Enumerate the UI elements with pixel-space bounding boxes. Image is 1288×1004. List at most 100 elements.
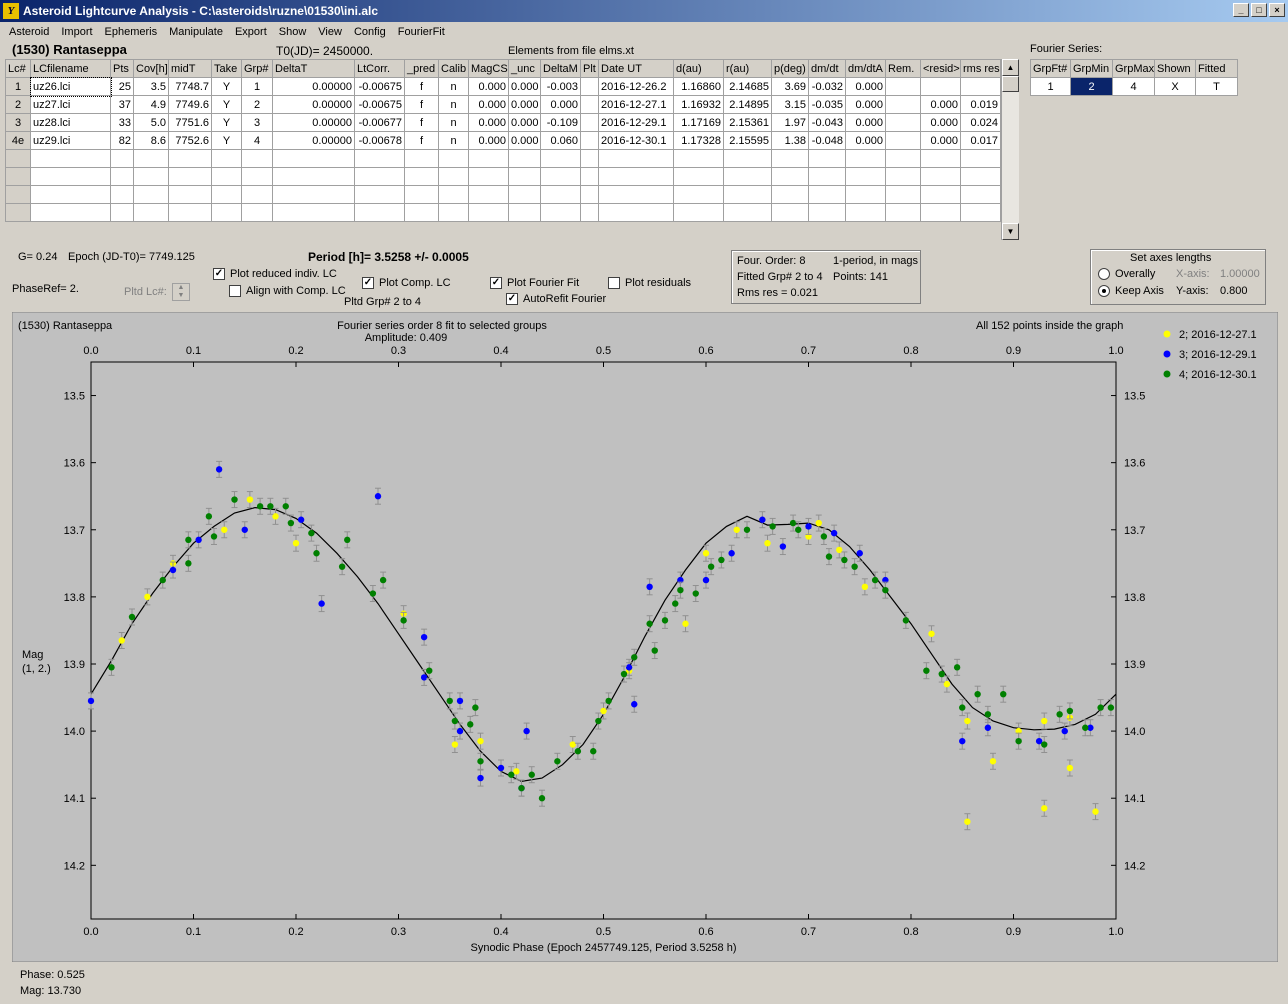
- table-cell[interactable]: 25: [110, 77, 134, 96]
- table-cell[interactable]: -0.035: [808, 95, 846, 114]
- data-point[interactable]: [620, 670, 628, 678]
- checkbox-icon[interactable]: [229, 285, 241, 298]
- table-cell[interactable]: [438, 167, 469, 186]
- table-cell[interactable]: [241, 185, 273, 204]
- table-cell[interactable]: 7749.6: [168, 95, 212, 114]
- table-cell[interactable]: 0.00000: [272, 131, 355, 150]
- table-cell[interactable]: f: [404, 113, 439, 132]
- data-point[interactable]: [815, 519, 822, 527]
- table-cell[interactable]: [241, 203, 273, 222]
- data-point[interactable]: [1061, 727, 1068, 735]
- table-row[interactable]: 2 uz27.lci 37 4.9 7749.6 Y 2 0.00000 -0.00675 f n 0…: [5, 95, 1001, 114]
- table-row[interactable]: 4e uz29.lci 82 8.6 7752.6 Y 4 0.00000 -0.00678 f n…: [5, 131, 1001, 150]
- table-cell[interactable]: 1.16932: [673, 95, 724, 114]
- data-point[interactable]: [1082, 724, 1089, 731]
- table-cell[interactable]: 0.000: [468, 77, 509, 96]
- plotted-lc-spinner[interactable]: ▲ ▼: [172, 283, 190, 301]
- table-cell[interactable]: [168, 149, 212, 168]
- table-cell[interactable]: 2.15361: [723, 113, 772, 132]
- row-header[interactable]: 3: [5, 113, 31, 132]
- table-cell[interactable]: [673, 167, 724, 186]
- data-point[interactable]: [451, 717, 459, 725]
- table-cell[interactable]: uz26.lci: [29, 76, 112, 97]
- table-cell[interactable]: 8.6: [133, 131, 169, 150]
- table-cell[interactable]: 1.97: [771, 113, 809, 132]
- data-point[interactable]: [953, 664, 961, 671]
- table-cell[interactable]: 0.024: [960, 113, 1001, 132]
- column-header[interactable]: Fitted: [1195, 59, 1238, 78]
- checkbox-icon[interactable]: ✓: [362, 277, 374, 290]
- column-header[interactable]: Calib: [438, 59, 469, 78]
- table-cell[interactable]: [211, 149, 242, 168]
- table-cell[interactable]: 33: [110, 113, 134, 132]
- data-point[interactable]: [477, 737, 484, 745]
- table-row[interactable]: [5, 149, 1001, 168]
- table-cell[interactable]: 2: [241, 95, 273, 114]
- data-point[interactable]: [231, 496, 238, 503]
- data-point[interactable]: [651, 647, 658, 654]
- data-point[interactable]: [169, 566, 177, 574]
- table-cell[interactable]: [404, 185, 439, 204]
- column-header[interactable]: r(au): [723, 59, 772, 78]
- column-header[interactable]: dm/dt: [808, 59, 846, 78]
- data-point[interactable]: [631, 654, 638, 661]
- table-cell[interactable]: Y: [211, 95, 242, 114]
- table-cell[interactable]: 1.17328: [673, 131, 724, 150]
- table-cell[interactable]: [598, 203, 674, 222]
- table-cell[interactable]: -0.003: [540, 77, 581, 96]
- table-cell[interactable]: [845, 203, 886, 222]
- data-point[interactable]: [313, 550, 320, 557]
- table-cell[interactable]: [30, 203, 111, 222]
- table-cell[interactable]: Y: [211, 77, 242, 96]
- table-cell[interactable]: [354, 203, 405, 222]
- checkbox-icon[interactable]: [608, 277, 620, 290]
- menu-config[interactable]: Config: [348, 26, 392, 38]
- table-cell[interactable]: 0.000: [468, 95, 509, 114]
- table-cell[interactable]: 0.000: [845, 113, 886, 132]
- table-cell[interactable]: [540, 167, 581, 186]
- table-cell[interactable]: [30, 185, 111, 204]
- column-header[interactable]: _unc: [508, 59, 541, 78]
- table-cell[interactable]: 37: [110, 95, 134, 114]
- data-point[interactable]: [344, 536, 351, 544]
- table-cell[interactable]: [133, 203, 169, 222]
- column-header[interactable]: Take: [211, 59, 242, 78]
- data-point[interactable]: [646, 583, 653, 591]
- table-cell[interactable]: 0.000: [540, 95, 581, 114]
- table-cell[interactable]: [885, 77, 921, 96]
- data-point[interactable]: [374, 493, 382, 500]
- column-header[interactable]: Rem.: [885, 59, 921, 78]
- table-cell[interactable]: [404, 167, 439, 186]
- row-header[interactable]: [5, 149, 31, 168]
- data-point[interactable]: [677, 586, 684, 594]
- data-point[interactable]: [1041, 741, 1048, 748]
- data-point[interactable]: [185, 536, 192, 544]
- column-header[interactable]: DeltaT: [272, 59, 355, 78]
- table-cell[interactable]: X: [1154, 77, 1196, 96]
- table-cell[interactable]: Y: [211, 113, 242, 132]
- data-point[interactable]: [938, 670, 945, 678]
- column-header[interactable]: Date UT: [598, 59, 674, 78]
- data-point[interactable]: [1092, 808, 1099, 815]
- table-cell[interactable]: [354, 149, 405, 168]
- data-point[interactable]: [989, 758, 997, 765]
- data-point[interactable]: [538, 795, 546, 802]
- table-cell[interactable]: 0.060: [540, 131, 581, 150]
- data-point[interactable]: [861, 583, 869, 591]
- data-point[interactable]: [554, 758, 561, 765]
- data-point[interactable]: [1056, 711, 1063, 718]
- table-cell[interactable]: [110, 149, 134, 168]
- table-cell[interactable]: 1: [1030, 77, 1071, 96]
- data-point[interactable]: [446, 697, 453, 705]
- table-cell[interactable]: [580, 131, 599, 150]
- table-cell[interactable]: n: [438, 77, 469, 96]
- column-header[interactable]: Pts: [110, 59, 134, 78]
- data-point[interactable]: [118, 637, 125, 644]
- table-cell[interactable]: [508, 185, 541, 204]
- data-point[interactable]: [820, 533, 828, 540]
- table-cell[interactable]: [404, 149, 439, 168]
- data-point[interactable]: [221, 526, 228, 533]
- column-header[interactable]: _pred: [404, 59, 439, 78]
- table-cell[interactable]: Y: [211, 131, 242, 150]
- table-cell[interactable]: [598, 167, 674, 186]
